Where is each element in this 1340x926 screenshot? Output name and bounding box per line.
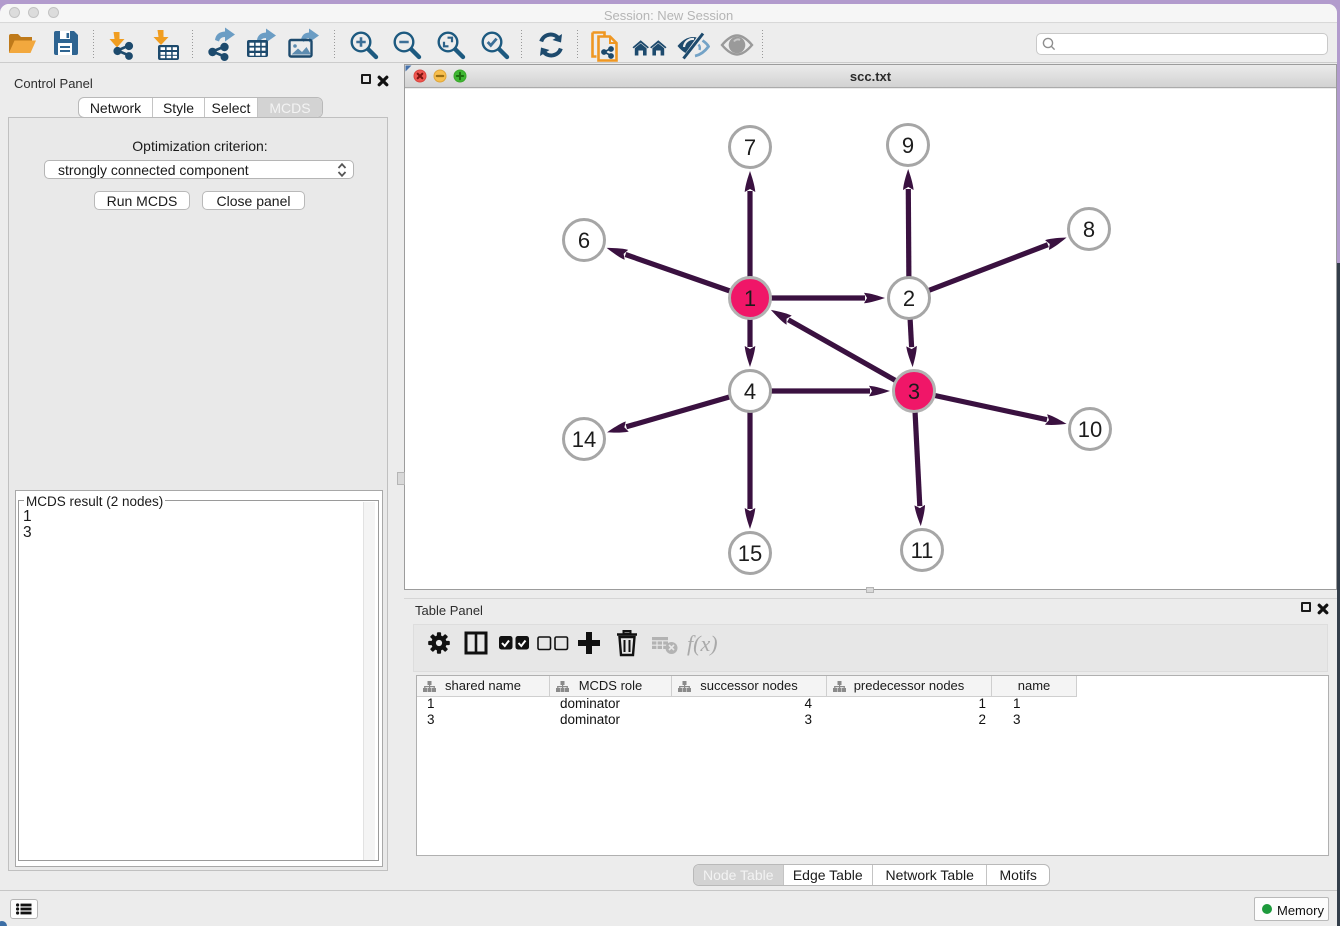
svg-text:11: 11 <box>911 538 934 563</box>
svg-text:1: 1 <box>744 286 756 311</box>
svg-text:6: 6 <box>578 228 590 253</box>
svg-text:14: 14 <box>572 427 596 452</box>
svg-text:8: 8 <box>1083 217 1095 242</box>
svg-text:3: 3 <box>908 379 920 404</box>
svg-text:9: 9 <box>902 133 914 158</box>
svg-text:15: 15 <box>738 541 762 566</box>
svg-text:4: 4 <box>744 379 756 404</box>
svg-text:10: 10 <box>1078 417 1102 442</box>
svg-text:2: 2 <box>903 286 915 311</box>
svg-text:7: 7 <box>744 135 756 160</box>
